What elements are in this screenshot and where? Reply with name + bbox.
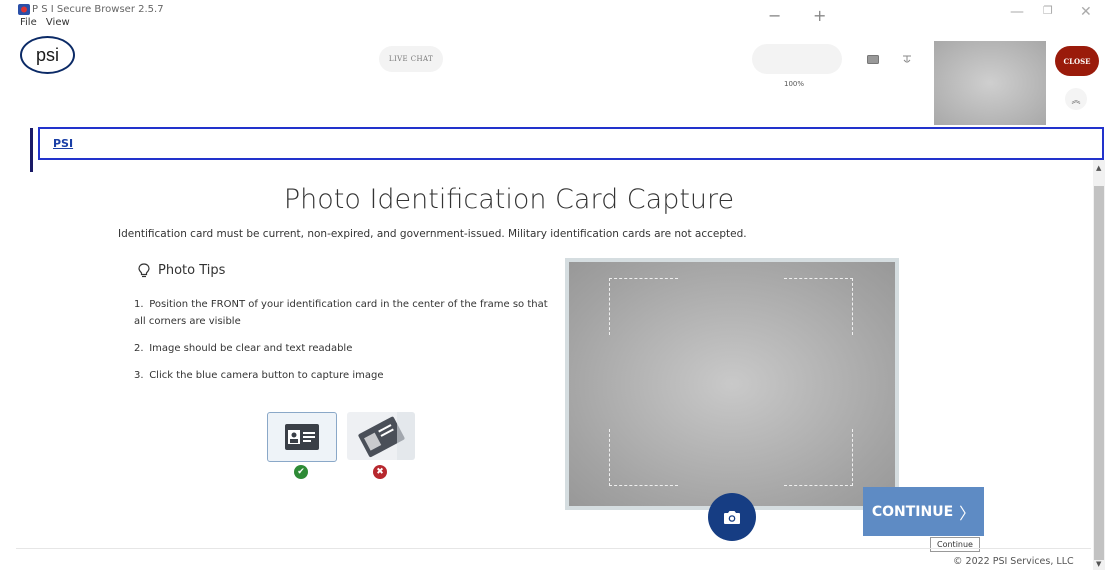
zoom-in-button[interactable]: + [813, 6, 826, 25]
window-titlebar: P S I Secure Browser 2.5.7 — ❐ ✕ [0, 0, 1109, 24]
calculator-icon [903, 55, 911, 63]
chevrons-up-icon: ︽ [1071, 95, 1081, 106]
good-id-example [267, 412, 337, 462]
checkmark-icon: ✔ [294, 465, 308, 479]
zoom-level: 100% [784, 80, 805, 88]
lightbulb-icon [138, 263, 150, 278]
page-subtitle: Identification card must be current, non… [118, 228, 747, 240]
scrollbar-thumb[interactable] [1094, 186, 1104, 560]
menu-view[interactable]: View [46, 17, 70, 28]
frame-corner [609, 278, 678, 335]
photo-tips-heading: Photo Tips [138, 263, 225, 278]
close-exam-button[interactable]: CLOSE [1055, 46, 1099, 76]
tip-number: 2. [134, 343, 144, 354]
copyright: © 2022 PSI Services, LLC [953, 556, 1074, 567]
zoom-control [752, 44, 842, 74]
tab-bar: PSI [38, 127, 1104, 160]
collapse-toolbar-button[interactable]: ︽ [1065, 88, 1087, 110]
page-title: Photo Identification Card Capture [283, 184, 735, 215]
capture-camera-button[interactable] [708, 493, 756, 541]
continue-button[interactable]: CONTINUE 〉 [863, 487, 984, 536]
tip-text: Position the FRONT of your identificatio… [134, 299, 548, 327]
keyboard-icon [867, 54, 879, 64]
bad-id-example [347, 412, 415, 460]
tip-number: 1. [134, 299, 144, 310]
tip-item: 1. Position the FRONT of your identifica… [134, 296, 554, 330]
scroll-up-arrow-icon[interactable]: ▲ [1096, 164, 1101, 172]
continue-tooltip: Continue [930, 537, 980, 552]
tab-psi[interactable]: PSI [53, 137, 73, 150]
scroll-down-arrow-icon[interactable]: ▼ [1096, 560, 1101, 568]
main-content: Photo Identification Card Capture Identi… [0, 160, 1091, 570]
menu-file[interactable]: File [20, 17, 37, 28]
continue-label: CONTINUE [871, 503, 954, 520]
frame-corner [784, 429, 853, 486]
app-logo-icon [18, 4, 30, 15]
blurred-id-card-icon [358, 412, 415, 460]
tip-number: 3. [134, 370, 144, 381]
zoom-out-button[interactable]: − [768, 6, 781, 25]
chevron-right-icon: 〉 [959, 503, 976, 523]
error-x-icon: ✖ [373, 465, 387, 479]
camera-icon [724, 510, 740, 524]
frame-corner [609, 429, 678, 486]
id-card-icon [285, 424, 319, 450]
tips-list: 1. Position the FRONT of your identifica… [134, 296, 554, 394]
live-chat-button[interactable]: LIVE CHAT [379, 46, 443, 72]
window-title: P S I Secure Browser 2.5.7 [32, 4, 164, 15]
psi-logo: psi [20, 36, 75, 74]
frame-corner [784, 278, 853, 335]
tip-text: Click the blue camera button to capture … [149, 370, 384, 381]
calculator-button[interactable] [896, 52, 918, 66]
webcam-preview [934, 41, 1046, 125]
tip-item: 3. Click the blue camera button to captu… [134, 367, 554, 384]
menu-bar: File View [20, 17, 76, 28]
capture-frame [565, 258, 899, 510]
keyboard-button[interactable] [862, 52, 884, 66]
restore-button[interactable]: ❐ [1043, 4, 1053, 17]
tip-item: 2. Image should be clear and text readab… [134, 340, 554, 357]
window-close-button[interactable]: ✕ [1080, 4, 1092, 20]
photo-tips-label: Photo Tips [158, 263, 226, 278]
footer-divider [16, 548, 1091, 549]
tip-text: Image should be clear and text readable [149, 343, 353, 354]
minimize-button[interactable]: — [1010, 4, 1024, 20]
